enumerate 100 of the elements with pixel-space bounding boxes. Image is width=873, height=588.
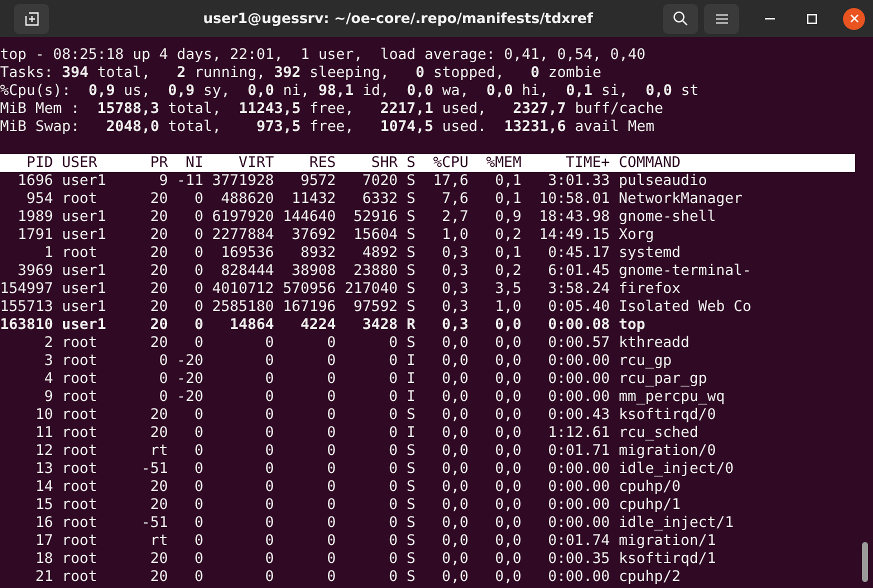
table-cell: root [62, 406, 98, 424]
table-cell: -20 [176, 370, 204, 388]
table-cell: 0 [388, 568, 398, 586]
table-cell: 0 [388, 550, 398, 568]
table-cell: 163810 [0, 316, 54, 334]
summary-line: Tasks: 394 total, 2 running, 392 sleeping, 0 stopped, 0 zombie [0, 64, 602, 82]
maximize-icon [807, 14, 817, 24]
table-cell: 2277884 [212, 226, 274, 244]
table-cell: I [406, 388, 416, 406]
table-cell: user1 [62, 172, 106, 190]
table-cell: 7,6 [442, 190, 468, 208]
table-cell: 12 [35, 442, 54, 460]
table-cell: 3:01.33 [548, 172, 610, 190]
table-cell: 20 [150, 280, 168, 298]
table-cell: NetworkManager [618, 190, 743, 208]
table-cell: 169536 [220, 244, 274, 262]
table-cell: 18:43.98 [539, 208, 610, 226]
table-cell: user1 [62, 226, 106, 244]
close-button[interactable] [843, 8, 865, 30]
table-cell: 0 [388, 496, 398, 514]
table-cell: 7020 [362, 172, 398, 190]
column-header: SHR [371, 154, 398, 172]
table-cell: -20 [176, 388, 204, 406]
table-cell: S [406, 442, 416, 460]
scrollbar-thumb[interactable] [862, 542, 868, 582]
table-cell: 17 [35, 532, 54, 550]
table-cell: 0 [265, 460, 274, 478]
table-cell: 3771928 [212, 172, 274, 190]
table-cell: systemd [618, 244, 681, 262]
column-header: S [406, 154, 416, 172]
table-cell: 4892 [362, 244, 398, 262]
table-cell: S [406, 460, 416, 478]
table-cell: 155713 [0, 298, 54, 316]
table-cell: 6332 [362, 190, 398, 208]
table-cell: 0,0 [494, 568, 522, 586]
table-cell: 0,2 [494, 262, 522, 280]
table-cell: root [62, 514, 98, 532]
menu-button[interactable] [704, 4, 739, 34]
table-cell: 0,0 [442, 478, 468, 496]
table-cell: 16 [35, 514, 54, 532]
table-cell: 9 [159, 172, 168, 190]
table-cell: 4224 [300, 316, 336, 334]
table-cell: 0,0 [494, 478, 522, 496]
table-cell: 0 [388, 442, 398, 460]
table-cell: 0,3 [442, 262, 468, 280]
table-cell: 0,0 [442, 406, 468, 424]
table-cell: 0,1 [494, 172, 522, 190]
table-cell: rcu_sched [618, 424, 698, 442]
table-cell: 0:00.57 [548, 334, 610, 352]
table-cell: 2 [44, 334, 54, 352]
table-cell: 0,3 [442, 298, 468, 316]
table-cell: idle_inject/0 [618, 460, 734, 478]
table-cell: 154997 [0, 280, 54, 298]
table-cell: 0 [194, 298, 204, 316]
table-cell: 0 [194, 334, 204, 352]
table-cell: 0 [265, 532, 274, 550]
table-cell: 0,3 [442, 244, 468, 262]
table-cell: migration/1 [618, 532, 716, 550]
table-cell: 570956 [282, 280, 336, 298]
table-cell: root [62, 460, 98, 478]
table-cell: 2,7 [442, 208, 468, 226]
table-cell: root [62, 442, 98, 460]
table-cell: 3 [44, 352, 54, 370]
table-cell: 6197920 [212, 208, 274, 226]
table-cell: gnome-terminal- [618, 262, 752, 280]
table-cell: top [618, 316, 646, 334]
column-header: %CPU [433, 154, 468, 172]
table-cell: root [62, 388, 98, 406]
table-cell: 14 [35, 478, 54, 496]
table-cell: 0,0 [442, 442, 468, 460]
table-cell: 0 [265, 406, 274, 424]
table-cell: 0 [388, 334, 398, 352]
table-cell: 0 [194, 406, 204, 424]
table-cell: root [62, 244, 98, 262]
table-cell: 52916 [354, 208, 398, 226]
table-cell: 37692 [292, 226, 336, 244]
table-cell: 0,3 [442, 280, 468, 298]
table-cell: 0:00.35 [548, 550, 610, 568]
table-cell: 0 [159, 370, 168, 388]
table-cell: 0:00.43 [548, 406, 610, 424]
table-cell: 0 [194, 514, 204, 532]
table-cell: S [406, 172, 416, 190]
table-cell: 0,3 [442, 316, 468, 334]
table-cell: 0,0 [442, 496, 468, 514]
table-cell: 0,0 [494, 496, 522, 514]
table-cell: 14864 [230, 316, 274, 334]
search-button[interactable] [663, 4, 698, 34]
table-cell: 11432 [292, 190, 336, 208]
table-cell: 0:00.08 [548, 316, 610, 334]
table-cell: 14:49.15 [539, 226, 610, 244]
table-cell: S [406, 406, 416, 424]
table-cell: user1 [62, 298, 106, 316]
new-tab-button[interactable] [14, 4, 49, 34]
table-cell: 0:00.00 [548, 352, 610, 370]
table-cell: 0 [388, 478, 398, 496]
table-cell: 217040 [344, 280, 398, 298]
table-cell: 0 [388, 406, 398, 424]
table-cell: 0,0 [442, 568, 468, 586]
table-cell: mm_percpu_wq [618, 388, 725, 406]
table-cell: 144640 [282, 208, 336, 226]
